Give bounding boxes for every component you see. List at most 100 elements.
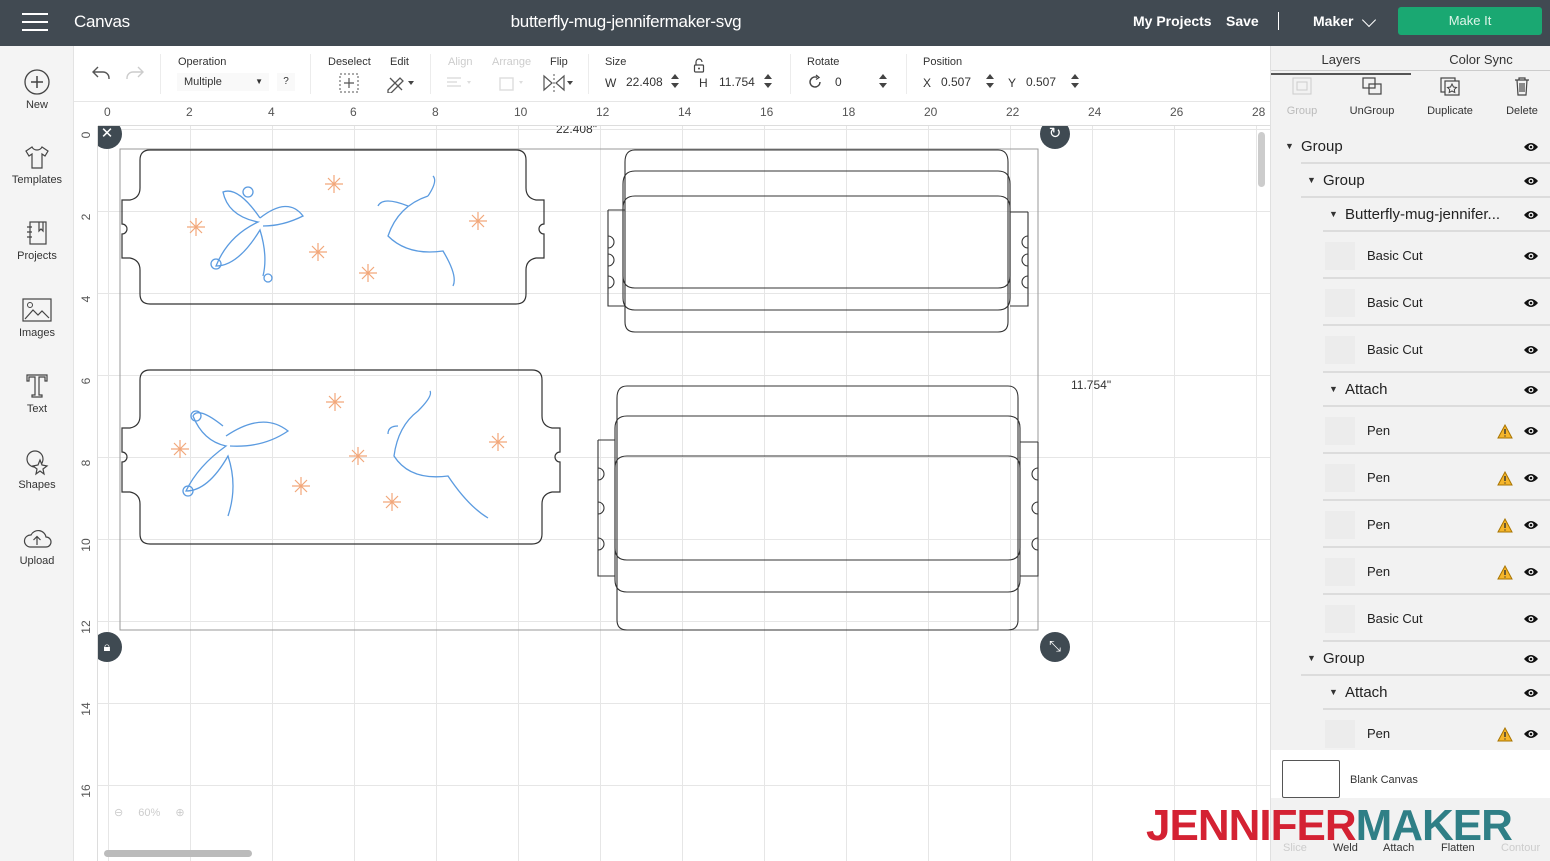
eye-icon[interactable] — [1523, 614, 1539, 624]
divider — [430, 54, 431, 94]
nav-projects[interactable]: Projects — [0, 219, 74, 262]
eye-icon[interactable] — [1523, 251, 1539, 261]
make-it-button[interactable]: Make It — [1398, 7, 1542, 35]
design-canvas[interactable]: 22.408" 11.754" ✕ ↻ 🔒︎ ⤡ — [98, 126, 1270, 861]
eye-icon[interactable] — [1523, 385, 1539, 395]
selection-box — [119, 148, 1039, 631]
delete-button[interactable]: Delete — [1487, 76, 1550, 117]
lock-icon[interactable] — [693, 58, 705, 73]
save-button[interactable]: Save — [1226, 13, 1259, 29]
group-label: Group — [1286, 105, 1318, 117]
eye-icon[interactable] — [1523, 345, 1539, 355]
operation-select[interactable]: Multiple ▼ — [177, 73, 269, 91]
vertical-scrollbar[interactable] — [1258, 132, 1265, 187]
x-input[interactable]: 0.507 — [937, 72, 983, 92]
blank-canvas-swatch[interactable] — [1282, 760, 1340, 798]
deselect-icon[interactable] — [339, 73, 359, 93]
warning-icon[interactable] — [1497, 471, 1513, 486]
nav-images[interactable]: Images — [0, 296, 74, 339]
nav-upload[interactable]: Upload — [0, 526, 74, 567]
eye-icon[interactable] — [1523, 567, 1539, 577]
layer-row[interactable]: Pen — [1271, 548, 1550, 595]
eye-icon[interactable] — [1523, 142, 1539, 152]
nav-label: Text — [26, 403, 48, 415]
undo-icon[interactable] — [90, 64, 112, 82]
x-stepper[interactable] — [986, 73, 994, 89]
my-projects-link[interactable]: My Projects — [1133, 13, 1212, 29]
layer-row[interactable]: ▼ Attach — [1271, 373, 1550, 407]
ungroup-button[interactable]: UnGroup — [1337, 76, 1407, 117]
layer-row[interactable]: ▼ Attach — [1271, 676, 1550, 710]
eye-icon[interactable] — [1523, 473, 1539, 483]
nav-templates[interactable]: Templates — [0, 143, 74, 186]
nav-label: Images — [18, 327, 56, 339]
nav-new[interactable]: New — [0, 68, 74, 111]
nav-text[interactable]: Text — [0, 372, 74, 415]
caret-down-icon[interactable]: ▼ — [1285, 141, 1294, 151]
width-stepper[interactable] — [671, 73, 679, 89]
caret-down-icon[interactable]: ▼ — [1329, 209, 1338, 219]
flip-label: Flip — [550, 56, 568, 68]
warning-icon[interactable] — [1497, 727, 1513, 742]
y-input[interactable]: 0.507 — [1022, 72, 1068, 92]
eye-icon[interactable] — [1523, 210, 1539, 220]
help-button[interactable]: ? — [277, 73, 295, 91]
zoom-out-icon[interactable]: ⊖ — [114, 807, 123, 819]
layer-row[interactable]: ▼ Group — [1271, 130, 1550, 164]
layer-name: Pen — [1367, 470, 1391, 485]
flip-icon[interactable] — [542, 73, 574, 93]
layer-row[interactable]: Pen — [1271, 407, 1550, 454]
eye-icon[interactable] — [1523, 520, 1539, 530]
layer-name: Group — [1323, 172, 1365, 189]
caret-down-icon[interactable]: ▼ — [1329, 687, 1338, 697]
zoom-control[interactable]: ⊖ 60% ⊕ — [114, 806, 185, 819]
eye-icon[interactable] — [1523, 298, 1539, 308]
width-input[interactable]: 22.408 — [622, 72, 672, 92]
layer-row[interactable]: Pen — [1271, 501, 1550, 548]
layer-row[interactable]: ▼ Group — [1271, 642, 1550, 676]
edit-tools-icon[interactable] — [385, 73, 415, 93]
resize-handle-icon[interactable]: ⤡ — [1040, 632, 1070, 662]
chevron-down-icon[interactable] — [1361, 12, 1377, 28]
eye-icon[interactable] — [1523, 688, 1539, 698]
group-button[interactable]: Group — [1267, 76, 1337, 117]
duplicate-button[interactable]: Duplicate — [1415, 76, 1485, 117]
layer-row[interactable]: Pen — [1271, 710, 1550, 750]
height-stepper[interactable] — [764, 73, 772, 89]
eye-icon[interactable] — [1523, 426, 1539, 436]
tab-layers[interactable]: Layers — [1271, 50, 1411, 75]
caret-down-icon[interactable]: ▼ — [1307, 175, 1316, 185]
machine-select[interactable]: Maker — [1313, 13, 1353, 29]
redo-icon[interactable] — [124, 64, 146, 82]
layer-row[interactable]: Basic Cut — [1271, 326, 1550, 373]
nav-shapes[interactable]: Shapes — [0, 448, 74, 491]
eye-icon[interactable] — [1523, 729, 1539, 739]
layer-row[interactable]: ▼ Group — [1271, 164, 1550, 198]
height-input[interactable]: 11.754 — [715, 72, 765, 92]
layer-row[interactable]: Basic Cut — [1271, 595, 1550, 642]
layer-row[interactable]: Basic Cut — [1271, 279, 1550, 326]
caret-down-icon[interactable]: ▼ — [1329, 384, 1338, 394]
layer-name: Pen — [1367, 564, 1391, 579]
ungroup-label: UnGroup — [1349, 105, 1395, 117]
ruler-tick-label: 2 — [186, 105, 193, 119]
caret-down-icon[interactable]: ▼ — [1307, 653, 1316, 663]
document-title: butterfly-mug-jennifermaker-svg — [510, 12, 742, 31]
layer-name: Basic Cut — [1367, 611, 1423, 626]
operation-label: Operation — [178, 56, 227, 68]
warning-icon[interactable] — [1497, 424, 1513, 439]
y-stepper[interactable] — [1071, 73, 1079, 89]
vertical-ruler: 0 2 4 6 8 10 12 14 16 — [74, 126, 98, 861]
layer-row[interactable]: Basic Cut — [1271, 232, 1550, 279]
warning-icon[interactable] — [1497, 518, 1513, 533]
eye-icon[interactable] — [1523, 654, 1539, 664]
warning-icon[interactable] — [1497, 565, 1513, 580]
horizontal-scrollbar[interactable] — [104, 850, 252, 857]
rotate-stepper[interactable] — [879, 73, 887, 89]
zoom-in-icon[interactable]: ⊕ — [175, 807, 184, 819]
rotate-input[interactable]: 0 — [831, 72, 875, 92]
tshirt-icon — [25, 146, 49, 169]
layer-row[interactable]: Pen — [1271, 454, 1550, 501]
layer-row[interactable]: ▼ Butterfly-mug-jennifer... — [1271, 198, 1550, 232]
eye-icon[interactable] — [1523, 176, 1539, 186]
